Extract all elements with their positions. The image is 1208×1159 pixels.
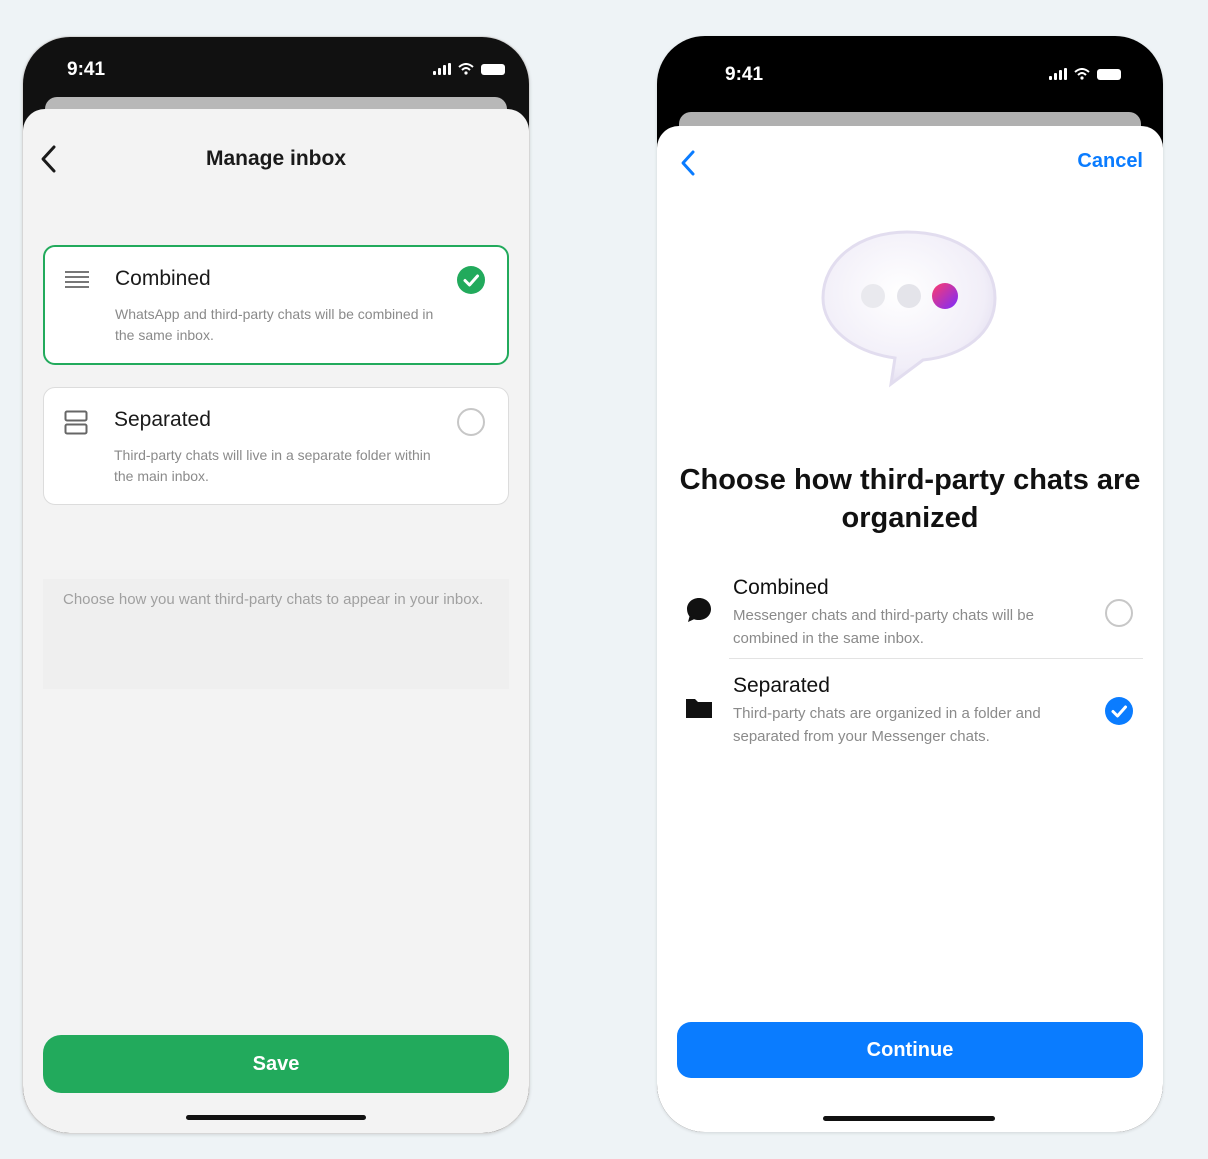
option-description: Third-party chats are organized in a fol…	[733, 705, 1041, 745]
battery-icon	[1097, 68, 1121, 80]
option-row-combined[interactable]: Combined Messenger chats and third-party…	[677, 576, 1143, 656]
divider	[729, 658, 1143, 659]
option-description: WhatsApp and third-party chats will be c…	[115, 306, 434, 343]
option-description: Third-party chats will live in a separat…	[114, 447, 431, 484]
signal-icon	[1049, 68, 1067, 80]
list-icon	[65, 271, 89, 288]
signal-icon	[433, 63, 451, 75]
footnote-text: Choose how you want third-party chats to…	[63, 591, 484, 608]
headline: Choose how third-party chats are organiz…	[679, 464, 1141, 534]
continue-button[interactable]: Continue	[677, 1022, 1143, 1078]
messenger-phone-mockup: 9:41 Cancel Choose how third-party chats…	[657, 36, 1163, 1132]
status-icons	[433, 63, 505, 75]
choose-organization-sheet: Cancel Choose how third-party chats are …	[657, 126, 1163, 1132]
radio-selected[interactable]	[457, 266, 485, 294]
wifi-icon	[1074, 68, 1090, 80]
split-rows-icon	[64, 410, 88, 435]
option-description: Messenger chats and third-party chats wi…	[733, 607, 1034, 647]
whatsapp-phone-mockup: 9:41 Manage inbox Combined WhatsApp and …	[22, 36, 530, 1134]
checkmark-icon	[463, 274, 479, 287]
chevron-left-icon[interactable]	[679, 148, 697, 178]
chat-bubble-illustration	[821, 230, 997, 388]
status-time: 9:41	[67, 59, 106, 80]
home-indicator	[823, 1116, 995, 1121]
option-card-separated[interactable]: Separated Third-party chats will live in…	[43, 387, 509, 505]
status-bar: 9:41	[657, 36, 1163, 106]
radio-selected[interactable]	[1105, 697, 1133, 725]
manage-inbox-sheet: Manage inbox Combined WhatsApp and third…	[23, 109, 529, 1133]
footnote-section: Choose how you want third-party chats to…	[43, 579, 509, 689]
option-title: Separated	[733, 674, 830, 697]
radio-unselected[interactable]	[1105, 599, 1133, 627]
option-row-separated[interactable]: Separated Third-party chats are organize…	[677, 674, 1143, 754]
option-title: Separated	[114, 408, 211, 431]
cancel-button[interactable]: Cancel	[1077, 150, 1143, 173]
folder-icon	[686, 699, 712, 718]
checkmark-icon	[1111, 705, 1127, 718]
option-title: Combined	[733, 576, 829, 599]
radio-unselected[interactable]	[457, 408, 485, 436]
save-button[interactable]: Save	[43, 1035, 509, 1093]
option-card-combined[interactable]: Combined WhatsApp and third-party chats …	[43, 245, 509, 365]
chat-bubble-icon	[687, 598, 711, 622]
home-indicator	[186, 1115, 366, 1120]
status-icons	[1049, 68, 1121, 80]
status-time: 9:41	[725, 64, 764, 85]
page-title: Manage inbox	[205, 147, 347, 170]
battery-icon	[481, 63, 505, 75]
wifi-icon	[458, 63, 474, 75]
option-title: Combined	[115, 267, 211, 290]
